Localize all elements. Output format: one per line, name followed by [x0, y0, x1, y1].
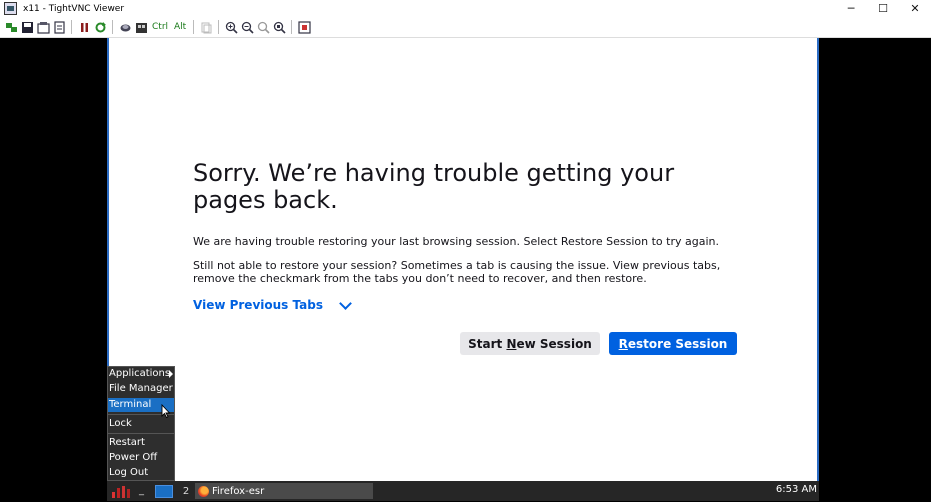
error-help-text: Still not able to restore your session? … [193, 259, 721, 285]
toolbar-separator [291, 20, 293, 34]
restore-session-button[interactable]: Restore Session [609, 332, 737, 355]
save-icon[interactable] [19, 19, 35, 35]
zoom-fit-icon[interactable] [271, 19, 287, 35]
alt-key-button[interactable]: Alt [174, 22, 186, 32]
toolbar-separator [112, 20, 113, 34]
submenu-arrow-icon [169, 370, 173, 378]
close-button[interactable]: ✕ [899, 0, 931, 17]
info-icon[interactable] [51, 19, 67, 35]
restore-session-label: estore Session [627, 336, 728, 351]
start-new-session-accesskey: N [506, 336, 517, 351]
fullscreen-icon[interactable] [296, 19, 312, 35]
minimize-all-button[interactable]: _ [139, 484, 147, 498]
chevron-down-icon [339, 296, 352, 310]
error-description: We are having trouble restoring your las… [193, 235, 719, 248]
remote-desktop-view[interactable]: Sorry. We’re having trouble getting your… [107, 38, 819, 501]
pause-icon[interactable] [76, 19, 92, 35]
toolbar-separator [193, 20, 195, 34]
menu-item-applications[interactable]: Applications [108, 367, 174, 381]
menu-item-label: Terminal [109, 399, 152, 410]
page-title: Sorry. We’re having trouble getting your… [193, 159, 675, 214]
menu-item-label: File Manager [109, 383, 173, 394]
menu-item-lock[interactable]: Lock [108, 417, 174, 431]
menu-item-label: Power Off [109, 452, 158, 463]
minimize-button[interactable]: ─ [835, 0, 867, 17]
new-connection-icon[interactable] [3, 19, 19, 35]
options-icon[interactable] [35, 19, 51, 35]
menu-separator [108, 433, 174, 434]
menu-item-label: Restart [109, 437, 145, 448]
clipboard-icon[interactable] [198, 19, 214, 35]
menu-item-file-manager[interactable]: File Manager [108, 382, 174, 396]
menu-item-restart[interactable]: Restart [108, 436, 174, 450]
ctrl-alt-del-icon[interactable] [117, 19, 133, 35]
taskbar-item-firefox[interactable]: Firefox-esr [195, 483, 373, 499]
taskbar-item-label: Firefox-esr [212, 485, 265, 497]
menu-item-label: Applications [109, 368, 171, 379]
zoom-in-icon[interactable] [223, 19, 239, 35]
tightvnc-app-icon [4, 2, 17, 15]
view-previous-tabs-label: View Previous Tabs [193, 298, 323, 312]
menu-item-power-off[interactable]: Power Off [108, 451, 174, 465]
start-new-session-label-post: ew Session [516, 336, 592, 351]
restore-session-accesskey: R [618, 336, 628, 351]
desktop-pager-1[interactable] [155, 484, 173, 498]
mouse-cursor-icon [161, 404, 171, 418]
ctrl-key-button[interactable]: Ctrl [152, 22, 168, 32]
window-title: x11 - TightVNC Viewer [23, 3, 125, 14]
zoom-100-icon[interactable] [255, 19, 271, 35]
desktop-pager-2[interactable]: 2 [179, 486, 193, 497]
maximize-button[interactable]: ☐ [867, 0, 899, 17]
win-key-icon[interactable] [133, 19, 149, 35]
toolbar-separator [71, 20, 72, 34]
start-new-session-label-pre: Start [468, 336, 507, 351]
menu-item-label: Log Out [109, 467, 149, 478]
view-previous-tabs-toggle[interactable]: View Previous Tabs [193, 296, 352, 312]
refresh-icon[interactable] [92, 19, 108, 35]
taskbar: _ 2 Firefox-esr 6:53 AM [107, 481, 819, 501]
window-titlebar: x11 - TightVNC Viewer ─ ☐ ✕ [0, 0, 931, 17]
app-launcher-icon[interactable] [109, 484, 135, 498]
menu-item-label: Lock [109, 418, 132, 429]
clock: 6:53 AM [775, 484, 817, 495]
vnc-toolbar: Ctrl Alt [0, 17, 931, 38]
toolbar-separator [218, 20, 220, 34]
firefox-icon [198, 485, 209, 497]
window-controls: ─ ☐ ✕ [835, 0, 931, 17]
zoom-out-icon[interactable] [239, 19, 255, 35]
start-new-session-button[interactable]: Start New Session [460, 332, 600, 355]
start-menu: Applications File Manager Terminal Lock … [107, 366, 175, 481]
menu-item-log-out[interactable]: Log Out [108, 466, 174, 480]
